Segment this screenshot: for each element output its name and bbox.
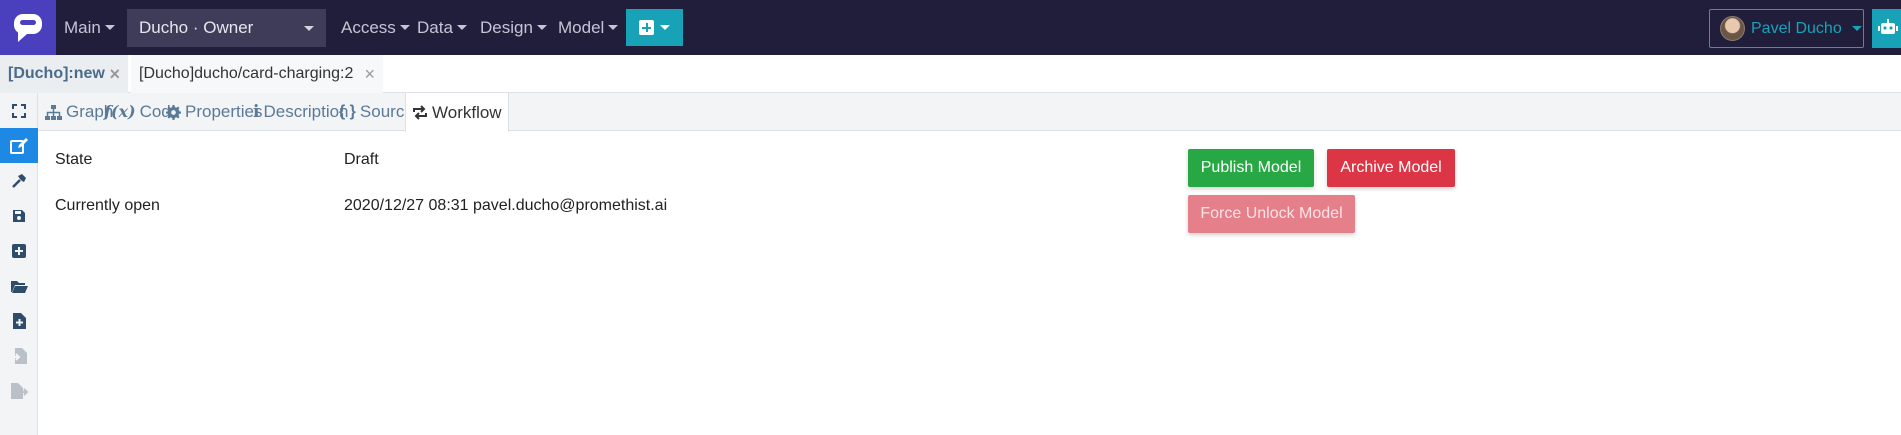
close-icon[interactable]: × (109, 55, 120, 93)
add-new-button[interactable] (626, 9, 683, 46)
left-toolbar (0, 93, 38, 435)
user-name: Pavel Ducho (1751, 19, 1842, 37)
save-icon[interactable] (0, 198, 38, 233)
info-icon: i (253, 102, 260, 122)
currently-open-value: 2020/12/27 08:31 pavel.ducho@promethist.… (344, 197, 668, 214)
state-label: State (55, 151, 93, 168)
caret-down-icon (456, 25, 467, 30)
expand-icon[interactable] (0, 93, 38, 128)
gear-icon (166, 104, 181, 120)
promethist-logo[interactable] (0, 0, 56, 55)
top-navbar: Main Ducho · Owner Access Data Design Mo… (0, 0, 1901, 55)
doc-tab-new[interactable]: [Ducho]:new × (0, 55, 128, 93)
caret-down-icon (1851, 26, 1862, 31)
function-icon: f(x) (104, 102, 136, 121)
tab-description[interactable]: i Description (253, 93, 349, 131)
menu-main[interactable]: Main (64, 0, 115, 55)
file-plus-icon[interactable] (0, 303, 38, 338)
menu-data[interactable]: Data (417, 0, 467, 55)
edit-icon[interactable] (0, 128, 38, 163)
plus-square-icon (639, 20, 654, 35)
tab-properties[interactable]: Properties (166, 93, 262, 131)
tab-source[interactable]: { } Source (339, 93, 414, 131)
tab-workflow[interactable]: Workflow (405, 93, 509, 132)
plus-square-icon[interactable] (0, 233, 38, 268)
user-menu-button[interactable]: Pavel Ducho (1709, 9, 1864, 48)
publish-model-button[interactable]: Publish Model (1188, 149, 1314, 187)
tab-graph[interactable]: Graph (45, 93, 113, 131)
caret-down-icon (660, 25, 670, 30)
bot-button[interactable] (1872, 9, 1901, 48)
model-view-tabs: Graph f(x) Code Properties i Description… (38, 93, 1901, 132)
sitemap-icon (45, 104, 62, 120)
archive-model-button[interactable]: Archive Model (1327, 149, 1455, 187)
menu-model[interactable]: Model (558, 0, 619, 55)
robot-icon (1878, 19, 1898, 34)
braces-icon: { } (339, 103, 356, 120)
space-select[interactable]: Ducho · Owner (127, 9, 326, 47)
force-unlock-model-button: Force Unlock Model (1188, 195, 1355, 233)
menu-access[interactable]: Access (341, 0, 410, 55)
caret-down-icon (399, 25, 410, 30)
caret-down-icon (608, 25, 619, 30)
caret-down-icon (304, 26, 314, 31)
file-export-icon (0, 373, 38, 408)
close-icon[interactable]: × (364, 55, 375, 93)
folder-open-icon[interactable] (0, 268, 38, 303)
caret-down-icon (104, 25, 115, 30)
document-tabs: [Ducho]:new × [Ducho]ducho/card-charging… (0, 55, 1901, 93)
currently-open-label: Currently open (55, 197, 160, 214)
workflow-icon (413, 105, 427, 120)
chat-bubble-icon (14, 13, 42, 42)
file-import-icon (0, 338, 38, 373)
menu-design[interactable]: Design (480, 0, 547, 55)
avatar (1720, 16, 1745, 41)
hammer-icon[interactable] (0, 163, 38, 198)
caret-down-icon (536, 25, 547, 30)
doc-tab-card-charging[interactable]: [Ducho]ducho/card-charging:2 × (131, 55, 383, 93)
state-value: Draft (344, 151, 379, 168)
